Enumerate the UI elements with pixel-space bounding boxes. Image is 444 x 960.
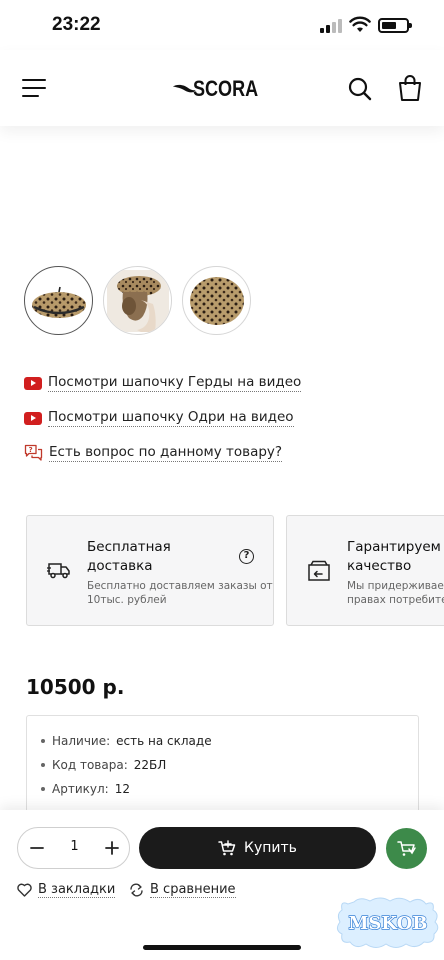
article-label: Артикул: (52, 782, 109, 796)
buy-button[interactable]: Купить (139, 827, 376, 869)
guarantee-description: Мы придерживаем правах потребителе (347, 579, 444, 607)
heart-icon (17, 883, 32, 897)
help-icon[interactable]: ? (239, 549, 254, 564)
status-bar: 23:22 (0, 0, 444, 50)
bullet (41, 739, 45, 743)
quick-order-button[interactable] (386, 828, 427, 869)
delivery-description: Бесплатно доставляем заказы от 10тыс. ру… (87, 579, 273, 607)
compare-label: В сравнение (150, 882, 236, 898)
bullet (41, 787, 45, 791)
logo[interactable]: SCORA (172, 74, 272, 104)
quality-guarantee-card: Гарантируем качество Мы придерживаем пра… (286, 515, 444, 626)
article-row: Артикул: 12 (41, 782, 130, 796)
wifi-icon (349, 16, 371, 32)
plus-icon[interactable] (102, 838, 122, 858)
compare-link[interactable]: В сравнение (129, 882, 236, 898)
delivery-truck-icon (47, 563, 70, 579)
bullet (41, 763, 45, 767)
model-wearing-beret-image (106, 269, 169, 332)
guarantee-title-line1: Гарантируем (347, 539, 441, 555)
buy-button-label: Купить (244, 840, 297, 856)
status-time: 23:22 (52, 14, 101, 35)
site-header: SCORA (0, 50, 444, 126)
question-link[interactable]: ? Есть вопрос по данному товару? (24, 444, 283, 462)
product-thumbnails (24, 266, 251, 335)
product-code-row: Код товара: 22БЛ (41, 758, 166, 772)
home-indicator (143, 945, 301, 950)
battery-icon (378, 18, 412, 33)
logo-text: SCORA (192, 76, 258, 101)
availability-row: Наличие: есть на складе (41, 734, 212, 748)
compare-arrows-icon (130, 883, 143, 897)
return-box-icon (308, 560, 330, 581)
video-link-odri[interactable]: Посмотри шапочку Одри на видео (24, 409, 294, 427)
quantity-value[interactable]: 1 (58, 839, 91, 854)
shopping-bag-icon[interactable] (397, 74, 423, 102)
youtube-icon (24, 411, 42, 425)
search-icon[interactable] (347, 76, 373, 102)
guarantee-title-line2: качество (347, 558, 412, 574)
bookmark-link[interactable]: В закладки (17, 882, 116, 898)
delivery-desc-line1: Бесплатно доставляем заказы от (87, 580, 273, 592)
svg-text:?: ? (29, 446, 33, 454)
product-code-label: Код товара: (52, 758, 128, 772)
watermark-badge: MSKOB (336, 897, 439, 948)
question-chat-icon: ? (24, 444, 43, 461)
free-delivery-card: Бесплатная доставка ? Бесплатно доставля… (26, 515, 274, 626)
menu-button[interactable] (22, 78, 46, 98)
youtube-icon (24, 376, 42, 390)
guarantee-desc-line2: правах потребителе (347, 594, 444, 606)
product-code-value: 22БЛ (133, 758, 167, 772)
beret-top-view-image (189, 276, 244, 325)
product-price: 10500 р. (26, 675, 125, 699)
cart-add-icon (218, 840, 236, 856)
watermark-text: MSKOB (349, 913, 428, 934)
thumbnail-beret-model[interactable] (103, 266, 172, 335)
guarantee-desc-line1: Мы придерживаем (347, 580, 444, 592)
quick-order-cart-icon (396, 840, 416, 856)
delivery-title-line1: Бесплатная (87, 539, 171, 555)
availability-value: есть на складе (116, 734, 212, 748)
cellular-signal-icon (320, 19, 342, 33)
bookmark-label: В закладки (38, 882, 116, 898)
delivery-title-line2: доставка (87, 558, 153, 574)
quantity-stepper: 1 (17, 827, 130, 869)
article-value: 12 (114, 782, 130, 796)
thumbnail-beret-top[interactable] (182, 266, 251, 335)
video-link-gerda[interactable]: Посмотри шапочку Герды на видео (24, 374, 302, 392)
video-link-gerda-label: Посмотри шапочку Герды на видео (48, 374, 302, 392)
leopard-beret-image (31, 286, 86, 318)
delivery-desc-line2: 10тыс. рублей (87, 594, 167, 606)
video-link-odri-label: Посмотри шапочку Одри на видео (48, 409, 294, 427)
delivery-title: Бесплатная доставка (87, 538, 171, 576)
thumbnail-beret-front[interactable] (24, 266, 93, 335)
minus-icon[interactable] (27, 838, 47, 858)
availability-label: Наличие: (52, 734, 111, 748)
question-link-label: Есть вопрос по данному товару? (49, 444, 283, 462)
guarantee-title: Гарантируем качество (347, 538, 441, 576)
